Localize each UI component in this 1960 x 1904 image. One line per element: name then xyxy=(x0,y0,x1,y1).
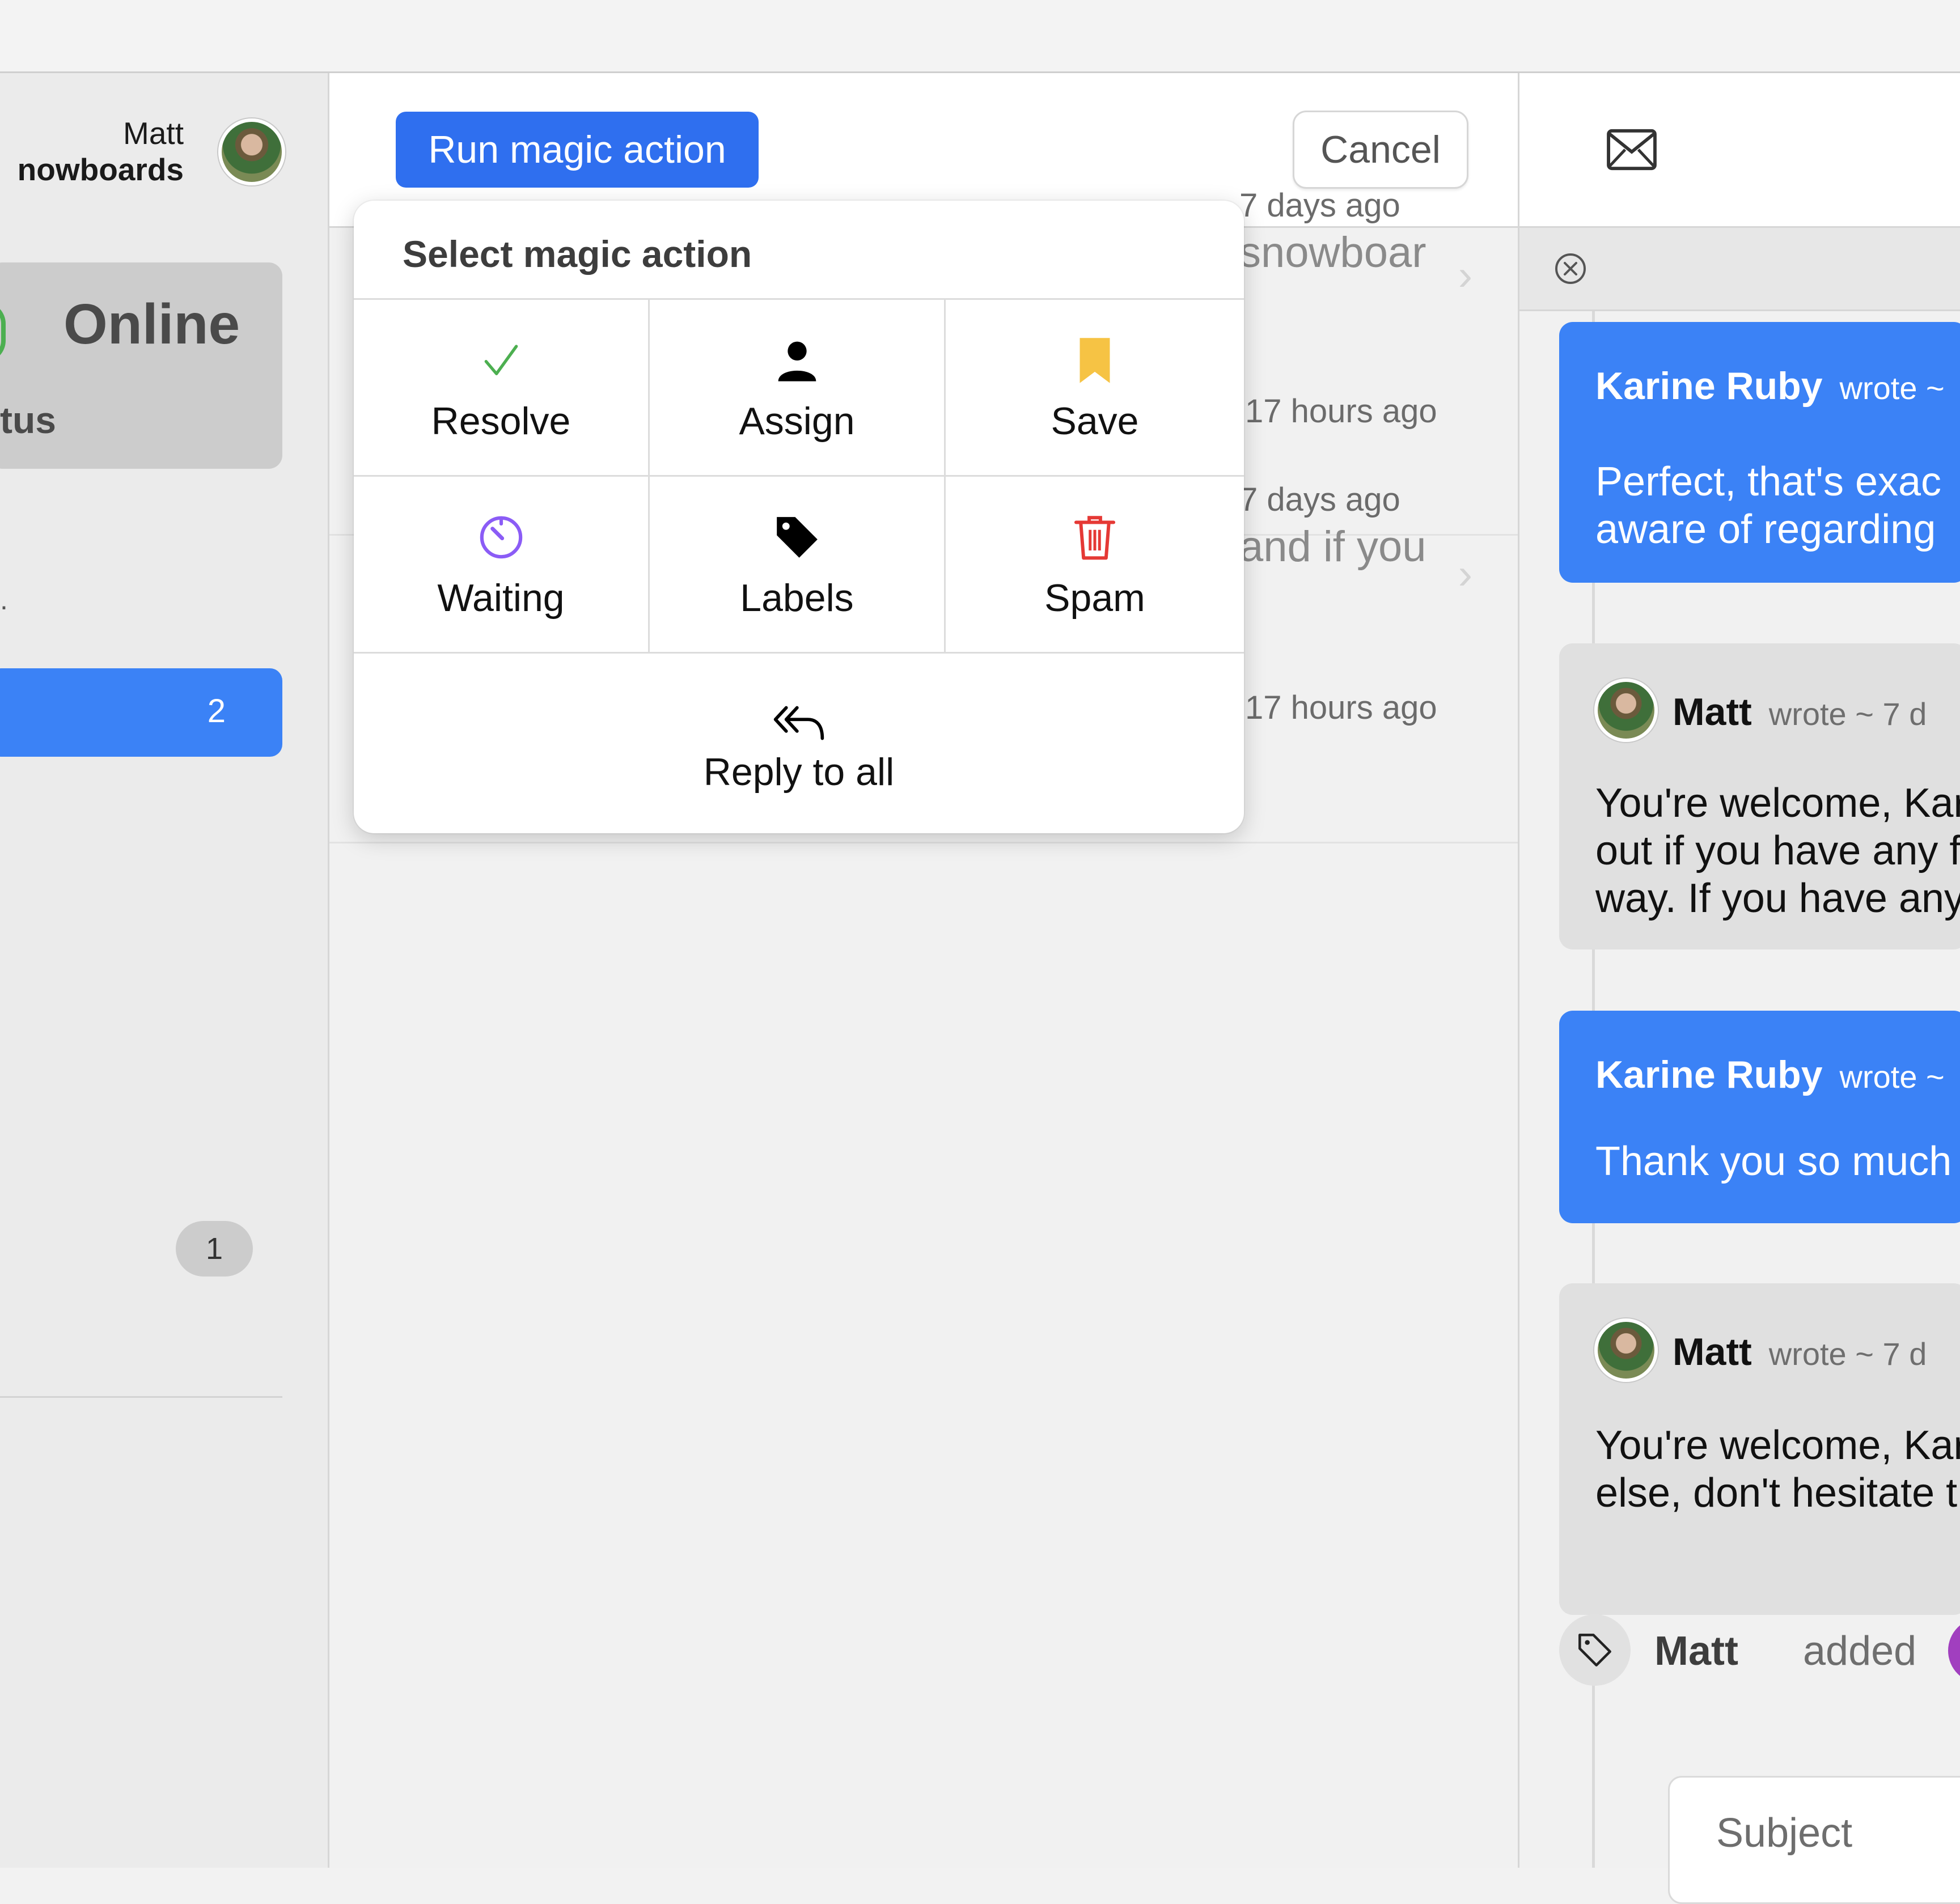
conversation-preview: snowboar xyxy=(1239,228,1426,277)
message-meta: wrote ~ 7 d xyxy=(1768,1336,1927,1372)
message-meta: wrote ~ xyxy=(1839,370,1945,406)
magic-action-popover: Select magic action Resolve Assign Save … xyxy=(354,201,1244,833)
run-magic-action-button[interactable]: Run magic action xyxy=(396,112,759,188)
activity-actor: Matt xyxy=(1654,1629,1738,1674)
close-circle-icon[interactable] xyxy=(1553,252,1588,289)
message-author: Karine Ruby xyxy=(1595,1053,1823,1096)
action-assign[interactable]: Assign xyxy=(650,300,946,477)
window-top-bar xyxy=(0,0,1960,73)
thread-panel: Karine Ruby wrote ~ Perfect, that's exac … xyxy=(1519,73,1960,1904)
sidebar-ellipsis: . xyxy=(0,584,8,616)
thread-header xyxy=(1519,73,1960,228)
conversation-updated: 17 hours ago xyxy=(1245,393,1437,430)
action-label: Assign xyxy=(739,400,855,443)
timer-icon xyxy=(354,512,648,563)
message-bubble[interactable]: Karine Ruby wrote ~ Thank you so much xyxy=(1559,1011,1960,1223)
message-body: Thank you so much xyxy=(1595,1139,1952,1184)
action-label: Reply to all xyxy=(703,750,895,794)
author-avatar xyxy=(1594,679,1658,742)
conversation-time: 7 days ago xyxy=(1239,187,1400,224)
sidebar: Matt nowboards Online tus . 2 1 xyxy=(0,73,329,1868)
action-label: Spam xyxy=(1044,576,1145,620)
message-author: Matt xyxy=(1673,690,1752,733)
sidebar-item-count: 2 xyxy=(207,693,226,730)
user-avatar[interactable] xyxy=(218,118,285,185)
message-body: You're welcome, Kar out if you have any … xyxy=(1595,781,1960,921)
message-body: Perfect, that's exac aware of regarding xyxy=(1595,459,1942,552)
envelope-icon[interactable] xyxy=(1605,128,1659,175)
message-bubble[interactable]: Karine Ruby wrote ~ Perfect, that's exac … xyxy=(1559,322,1960,583)
message-bubble[interactable]: Matt wrote ~ 7 d You're welcome, Kar else… xyxy=(1559,1283,1960,1615)
sidebar-item-active[interactable]: 2 xyxy=(0,668,282,757)
message-bubble[interactable]: Matt wrote ~ 7 d You're welcome, Kar out … xyxy=(1559,643,1960,949)
action-labels[interactable]: Labels xyxy=(650,477,946,654)
action-waiting[interactable]: Waiting xyxy=(354,477,650,654)
message-meta: wrote ~ xyxy=(1839,1059,1945,1095)
author-avatar xyxy=(1594,1318,1658,1382)
label-badge[interactable]: Or xyxy=(1948,1618,1960,1684)
conversation-preview: and if you xyxy=(1239,523,1426,571)
tag-outline-icon xyxy=(1559,1614,1631,1686)
thread-info-bar xyxy=(1519,228,1960,311)
chevron-right-icon: › xyxy=(1458,550,1472,598)
action-reply-to-all[interactable]: Reply to all xyxy=(354,654,1244,833)
trash-icon xyxy=(946,512,1244,563)
user-org: nowboards xyxy=(17,152,184,187)
chevron-right-icon: › xyxy=(1458,251,1472,299)
reply-all-icon xyxy=(354,697,1244,748)
conversation-time: 7 days ago xyxy=(1239,481,1400,518)
activity-entry: Matt added Or xyxy=(1559,1614,1960,1688)
action-label: Labels xyxy=(740,576,854,620)
status-card[interactable]: Online tus xyxy=(0,262,282,469)
bookmark-icon xyxy=(946,335,1244,386)
action-spam[interactable]: Spam xyxy=(946,477,1244,654)
cancel-button[interactable]: Cancel xyxy=(1293,111,1468,189)
action-save[interactable]: Save xyxy=(946,300,1244,477)
conversation-updated: 17 hours ago xyxy=(1245,689,1437,726)
checkmark-icon xyxy=(354,335,648,386)
tag-icon xyxy=(650,512,944,563)
sidebar-divider xyxy=(0,1396,282,1398)
message-author: Karine Ruby xyxy=(1595,364,1823,408)
message-body: You're welcome, Kar else, don't hesitate… xyxy=(1595,1423,1960,1516)
sidebar-count-badge: 1 xyxy=(176,1221,253,1277)
status-indicator-icon xyxy=(0,302,6,362)
action-label: Save xyxy=(1051,400,1139,443)
user-name: Matt xyxy=(123,116,184,151)
action-resolve[interactable]: Resolve xyxy=(354,300,650,477)
subject-input[interactable] xyxy=(1715,1809,1960,1857)
action-label: Resolve xyxy=(431,400,571,443)
activity-verb: added xyxy=(1803,1629,1917,1674)
message-author: Matt xyxy=(1673,1330,1752,1373)
status-label: tus xyxy=(0,399,56,441)
person-icon xyxy=(650,335,944,386)
action-label: Waiting xyxy=(437,576,565,620)
message-meta: wrote ~ 7 d xyxy=(1768,696,1927,732)
reply-subject-box xyxy=(1668,1776,1960,1904)
status-value: Online xyxy=(64,292,240,356)
popover-title: Select magic action xyxy=(403,233,752,275)
